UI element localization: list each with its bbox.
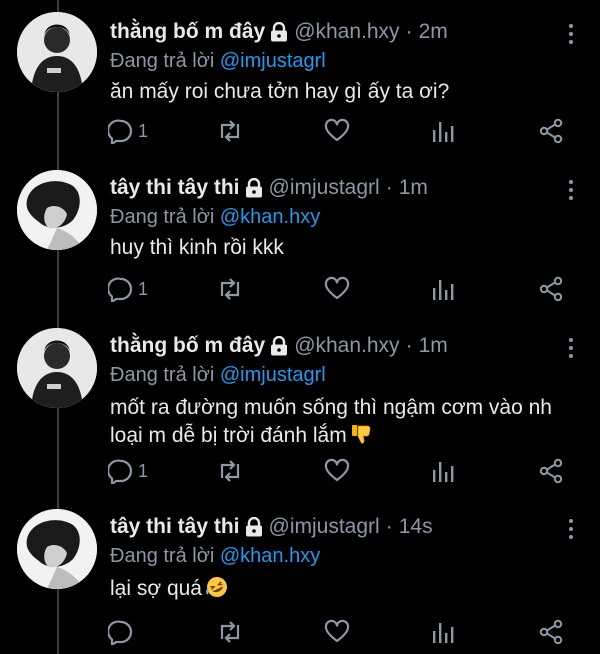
display-name[interactable]: tây thi tây thi	[110, 176, 240, 200]
reply-icon	[108, 118, 134, 144]
analytics-icon	[431, 619, 455, 645]
heart-icon	[324, 118, 350, 144]
reply-count: 1	[138, 120, 149, 141]
thumbs-down-emoji-icon	[351, 423, 373, 453]
avatar[interactable]	[17, 328, 97, 408]
avatar[interactable]	[17, 170, 97, 250]
tweet-text-line: huy thì kinh rồi kkk	[110, 236, 284, 259]
analytics-icon	[431, 118, 455, 144]
separator-dot: ·	[385, 176, 393, 199]
reply-context: Đang trả lời @khan.hxy	[110, 206, 320, 229]
more-icon[interactable]	[568, 180, 574, 200]
reply-button[interactable]: 1	[108, 118, 148, 144]
rofl-emoji-icon	[206, 576, 228, 606]
handle[interactable]: @imjustagrl	[269, 176, 380, 200]
mention-link[interactable]: @imjustagrl	[220, 50, 326, 72]
reply-icon	[108, 458, 134, 484]
tweet-text-line: loại m dễ bị trời đánh lắm	[110, 424, 347, 447]
share-button[interactable]	[538, 118, 564, 144]
reply-button[interactable]: 1	[108, 276, 148, 302]
retweet-button[interactable]	[216, 118, 244, 144]
mention-link[interactable]: @imjustagrl	[220, 364, 326, 386]
lock-icon	[245, 517, 263, 537]
tweet-text-line: ăn mấy roi chưa tởn hay gì ấy ta ơi?	[110, 80, 450, 103]
share-icon	[538, 619, 564, 645]
share-button[interactable]	[538, 619, 564, 645]
reply-label: Đang trả lời	[110, 364, 215, 386]
reply-icon	[108, 619, 134, 645]
tweet-text-line: mốt ra đường muốn sống thì ngậm cơm vào …	[110, 396, 552, 419]
retweet-icon	[216, 118, 244, 144]
handle[interactable]: @khan.hxy	[294, 334, 399, 358]
heart-icon	[324, 458, 350, 484]
analytics-icon	[431, 458, 455, 484]
analytics-button[interactable]	[431, 619, 455, 645]
reply-button[interactable]	[108, 619, 134, 645]
lock-icon	[245, 178, 263, 198]
like-button[interactable]	[324, 619, 350, 645]
action-bar: 1	[0, 118, 600, 148]
lock-icon	[270, 22, 288, 42]
retweet-button[interactable]	[216, 276, 244, 302]
retweet-icon	[216, 619, 244, 645]
handle[interactable]: @imjustagrl	[269, 515, 380, 539]
share-button[interactable]	[538, 276, 564, 302]
separator-dot: ·	[385, 515, 393, 538]
display-name[interactable]: thằng bố m đây	[110, 334, 265, 358]
avatar[interactable]	[17, 12, 97, 92]
more-icon[interactable]	[568, 338, 574, 358]
lock-icon	[270, 336, 288, 356]
analytics-button[interactable]	[431, 458, 455, 484]
reply-label: Đang trả lời	[110, 50, 215, 72]
heart-icon	[324, 619, 350, 645]
mention-link[interactable]: @khan.hxy	[220, 206, 320, 228]
like-button[interactable]	[324, 276, 350, 302]
reply-label: Đang trả lời	[110, 206, 215, 228]
timestamp[interactable]: 14s	[399, 515, 433, 539]
separator-dot: ·	[405, 20, 413, 43]
separator-dot: ·	[405, 334, 413, 357]
reply-count: 1	[138, 460, 149, 481]
timestamp[interactable]: 1m	[399, 176, 428, 200]
action-bar: 1	[0, 276, 600, 306]
tweet-text: lại sợ quá	[110, 575, 228, 606]
reply-button[interactable]: 1	[108, 458, 148, 484]
share-icon	[538, 458, 564, 484]
display-name[interactable]: tây thi tây thi	[110, 515, 240, 539]
reply-context: Đang trả lời @imjustagrl	[110, 364, 326, 387]
analytics-button[interactable]	[431, 118, 455, 144]
reply-context: Đang trả lời @khan.hxy	[110, 545, 320, 568]
action-bar	[0, 619, 600, 649]
share-icon	[538, 118, 564, 144]
action-bar: 1	[0, 458, 600, 488]
handle[interactable]: @khan.hxy	[294, 20, 399, 44]
reply-count: 1	[138, 278, 149, 299]
reply-label: Đang trả lời	[110, 545, 215, 567]
timestamp[interactable]: 1m	[419, 334, 448, 358]
display-name[interactable]: thằng bố m đây	[110, 20, 265, 44]
share-icon	[538, 276, 564, 302]
tweet-text: mốt ra đường muốn sống thì ngậm cơm vào …	[110, 394, 552, 453]
more-icon[interactable]	[568, 519, 574, 539]
retweet-button[interactable]	[216, 619, 244, 645]
reply-icon	[108, 276, 134, 302]
more-icon[interactable]	[568, 24, 574, 44]
reply-context: Đang trả lời @imjustagrl	[110, 50, 326, 73]
like-button[interactable]	[324, 458, 350, 484]
tweet-text-line: lại sợ quá	[110, 577, 202, 600]
analytics-icon	[431, 276, 455, 302]
retweet-icon	[216, 458, 244, 484]
heart-icon	[324, 276, 350, 302]
tweet-text: ăn mấy roi chưa tởn hay gì ấy ta ơi?	[110, 78, 449, 106]
share-button[interactable]	[538, 458, 564, 484]
retweet-icon	[216, 276, 244, 302]
avatar[interactable]	[17, 509, 97, 589]
retweet-button[interactable]	[216, 458, 244, 484]
timestamp[interactable]: 2m	[419, 20, 448, 44]
like-button[interactable]	[324, 118, 350, 144]
tweet-text: huy thì kinh rồi kkk	[110, 234, 284, 262]
analytics-button[interactable]	[431, 276, 455, 302]
mention-link[interactable]: @khan.hxy	[220, 545, 320, 567]
